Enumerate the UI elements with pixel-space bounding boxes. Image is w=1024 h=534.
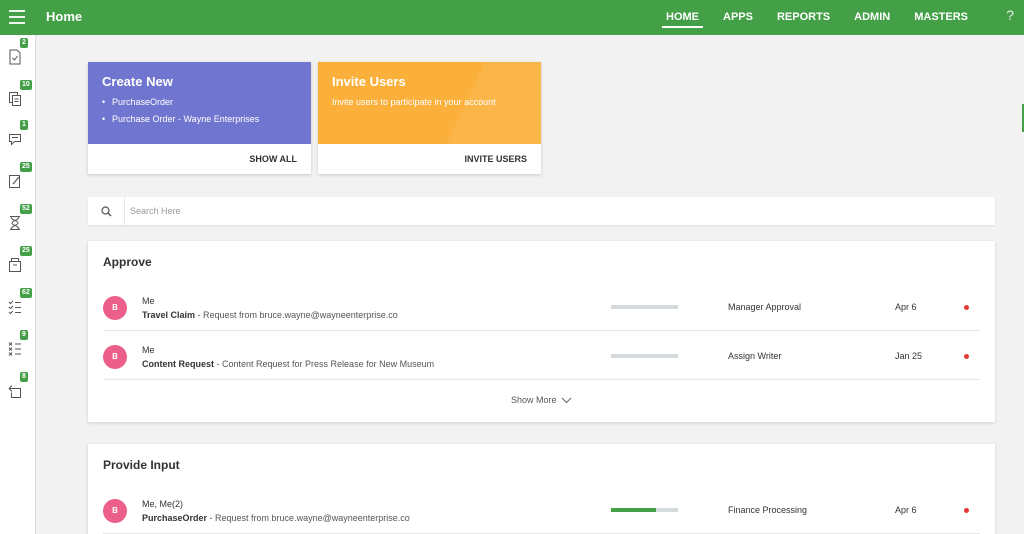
status-dot bbox=[964, 305, 969, 310]
invite-users-description: Invite users to participate in your acco… bbox=[332, 97, 496, 107]
invite-users-title: Invite Users bbox=[332, 74, 406, 89]
row-assignee: Me bbox=[142, 345, 155, 355]
sidebar-badge: 25 bbox=[20, 246, 32, 256]
row-item-name: Content Request bbox=[142, 359, 214, 369]
return-icon bbox=[8, 385, 21, 398]
sidebar-item-documents[interactable]: 10 bbox=[0, 77, 36, 117]
row-date: Apr 6 bbox=[895, 302, 917, 312]
avatar: B bbox=[103, 296, 127, 320]
sidebar-badge: 1 bbox=[20, 120, 28, 130]
nav-apps[interactable]: APPS bbox=[711, 0, 765, 35]
page-title: Home bbox=[46, 9, 83, 24]
main-nav: HOME APPS REPORTS ADMIN MASTERS bbox=[654, 0, 980, 35]
invite-users-tile: Invite Users Invite users to participate… bbox=[318, 62, 541, 174]
approve-title: Approve bbox=[103, 255, 152, 269]
progress-bar bbox=[611, 305, 678, 309]
sidebar-badge: 62 bbox=[20, 288, 32, 298]
row-assignee: Me, Me(2) bbox=[142, 499, 184, 509]
sidebar-badge: 52 bbox=[20, 204, 32, 214]
top-bar: Home HOME APPS REPORTS ADMIN MASTERS ? bbox=[0, 0, 1024, 35]
progress-fill bbox=[611, 508, 656, 512]
checklist-icon bbox=[8, 300, 21, 315]
sidebar-item-returned[interactable]: 8 bbox=[0, 369, 36, 409]
sidebar-item-checklist[interactable]: 62 bbox=[0, 285, 36, 325]
row-stage: Assign Writer bbox=[728, 351, 782, 361]
x-list-icon bbox=[8, 342, 21, 356]
row-description: Travel Claim - Request from bruce.wayne@… bbox=[142, 310, 398, 320]
avatar: B bbox=[103, 499, 127, 523]
provide-input-title: Provide Input bbox=[103, 458, 180, 472]
nav-masters[interactable]: MASTERS bbox=[902, 0, 980, 35]
sidebar-badge: 25 bbox=[20, 162, 32, 172]
chevron-down-icon bbox=[561, 397, 572, 404]
nav-admin[interactable]: ADMIN bbox=[842, 0, 902, 35]
row-assignee: Me bbox=[142, 296, 155, 306]
create-new-tile: Create New PurchaseOrder Purchase Order … bbox=[88, 62, 311, 174]
create-item-purchaseorder[interactable]: PurchaseOrder bbox=[102, 97, 297, 107]
sidebar-item-archive[interactable]: 25 bbox=[0, 243, 36, 283]
status-dot bbox=[964, 508, 969, 513]
table-row[interactable]: B Me, Me(2) PurchaseOrder - Request from… bbox=[103, 485, 980, 534]
help-icon[interactable]: ? bbox=[1006, 7, 1014, 23]
progress-bar bbox=[611, 354, 678, 358]
search-bar bbox=[88, 197, 995, 225]
nav-home[interactable]: HOME bbox=[654, 0, 711, 35]
row-item-detail: - Request from bruce.wayne@wayneenterpri… bbox=[207, 513, 410, 523]
invite-users-button[interactable]: INVITE USERS bbox=[318, 144, 541, 174]
avatar: B bbox=[103, 345, 127, 369]
show-more-label: Show More bbox=[510, 395, 557, 405]
sidebar: 2 10 1 25 52 25 62 9 8 bbox=[0, 35, 36, 534]
create-new-header: Create New PurchaseOrder Purchase Order … bbox=[88, 62, 311, 144]
provide-input-panel: Provide Input B Me, Me(2) PurchaseOrder … bbox=[88, 444, 995, 534]
table-row[interactable]: B Me Travel Claim - Request from bruce.w… bbox=[103, 282, 980, 331]
nav-reports[interactable]: REPORTS bbox=[765, 0, 842, 35]
hamburger-menu-icon[interactable] bbox=[9, 10, 25, 24]
show-all-button[interactable]: SHOW ALL bbox=[88, 144, 311, 174]
row-item-name: Travel Claim bbox=[142, 310, 196, 320]
sidebar-badge: 8 bbox=[20, 372, 28, 382]
row-item-detail: - Content Request for Press Release for … bbox=[214, 359, 435, 369]
sidebar-badge: 9 bbox=[20, 330, 28, 340]
create-item-purchase-order-wayne[interactable]: Purchase Order - Wayne Enterprises bbox=[102, 114, 297, 124]
search-input[interactable] bbox=[130, 203, 980, 219]
create-new-list: PurchaseOrder Purchase Order - Wayne Ent… bbox=[102, 97, 297, 124]
check-document-icon bbox=[9, 49, 21, 65]
row-description: PurchaseOrder - Request from bruce.wayne… bbox=[142, 513, 410, 523]
create-new-title: Create New bbox=[102, 74, 173, 89]
row-date: Jan 25 bbox=[895, 351, 923, 361]
sidebar-badge: 10 bbox=[20, 80, 32, 90]
sidebar-item-edit[interactable]: 25 bbox=[0, 159, 36, 199]
sidebar-item-pending[interactable]: 52 bbox=[0, 201, 36, 241]
progress-bar bbox=[611, 508, 678, 512]
status-dot bbox=[964, 354, 969, 359]
row-description: Content Request - Content Request for Pr… bbox=[142, 359, 434, 369]
row-item-detail: - Request from bruce.wayne@wayneenterpri… bbox=[195, 310, 398, 320]
table-row[interactable]: B Me Content Request - Content Request f… bbox=[103, 331, 980, 380]
row-stage: Manager Approval bbox=[728, 302, 802, 312]
sidebar-badge: 2 bbox=[20, 38, 28, 48]
invite-users-header: Invite Users Invite users to participate… bbox=[318, 62, 541, 144]
sidebar-item-comments[interactable]: 1 bbox=[0, 117, 36, 157]
row-item-name: PurchaseOrder bbox=[142, 513, 208, 523]
approve-panel: Approve B Me Travel Claim - Request from… bbox=[88, 241, 995, 422]
comment-icon bbox=[9, 134, 21, 146]
show-more-button[interactable]: Show More bbox=[88, 395, 995, 405]
row-stage: Finance Processing bbox=[728, 505, 808, 515]
archive-icon bbox=[9, 258, 21, 272]
search-icon[interactable] bbox=[88, 197, 125, 225]
sidebar-item-tasks[interactable]: 2 bbox=[0, 35, 36, 75]
documents-icon bbox=[9, 92, 21, 106]
sidebar-item-rejected[interactable]: 9 bbox=[0, 327, 36, 367]
edit-icon bbox=[9, 175, 20, 188]
hourglass-icon bbox=[10, 216, 20, 230]
row-date: Apr 6 bbox=[895, 505, 917, 515]
